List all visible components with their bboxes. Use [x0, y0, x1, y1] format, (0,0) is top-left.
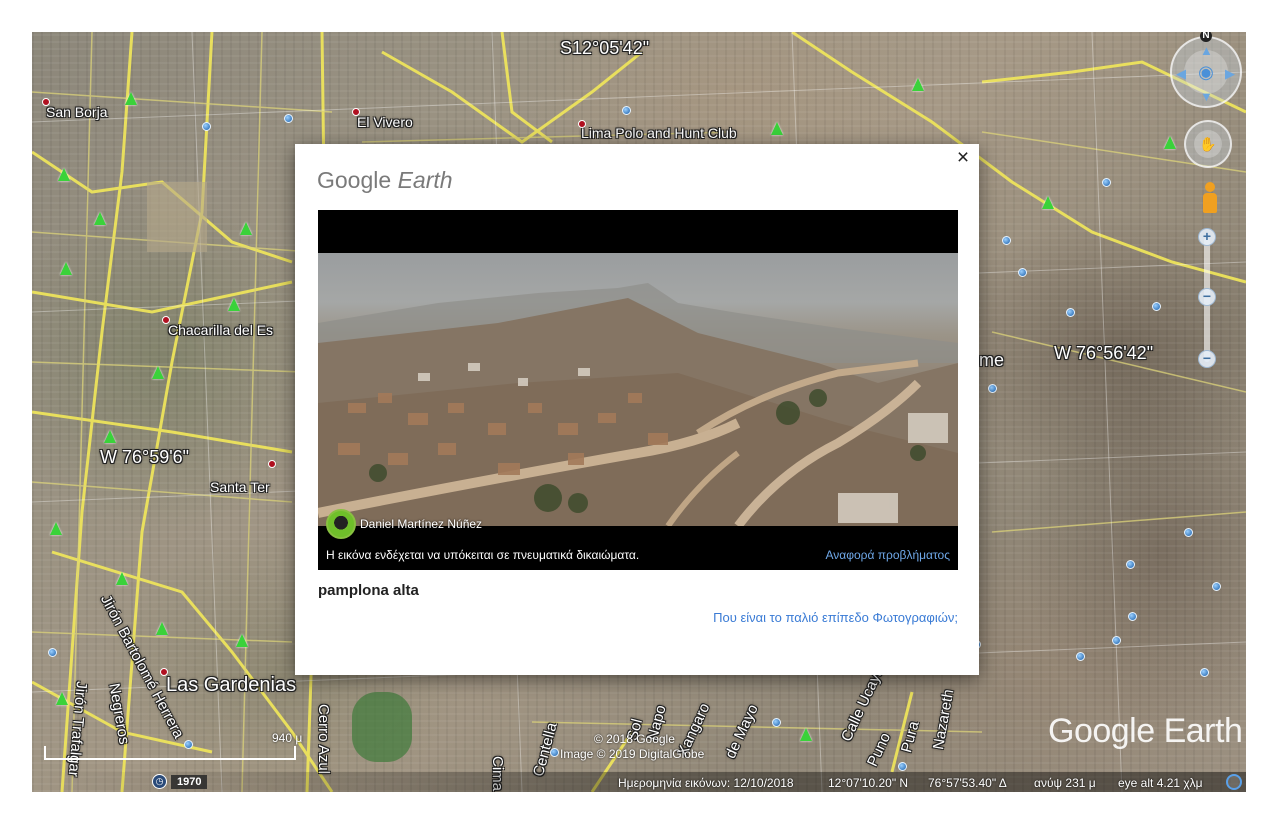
park-tree-icon[interactable]: [771, 122, 783, 135]
old-photos-layer-link[interactable]: Που είναι το παλιό επίπεδο Φωτογραφιών;: [713, 610, 958, 625]
map-label-lima-polo: Lima Polo and Hunt Club: [581, 125, 737, 141]
park-tree-icon[interactable]: [912, 78, 924, 91]
photo-pin-icon[interactable]: [988, 384, 997, 393]
park-tree-icon[interactable]: [228, 298, 240, 311]
coordinate-label-lat: S12°05'42": [560, 38, 650, 58]
scale-label: 940 μ: [272, 731, 303, 745]
park-tree-icon[interactable]: [156, 622, 168, 635]
zoom-in-button[interactable]: +: [1198, 228, 1216, 246]
park-tree-icon[interactable]: [236, 634, 248, 647]
park-tree-icon[interactable]: [56, 692, 68, 705]
look-up-arrow-icon[interactable]: ▲: [1200, 44, 1213, 57]
park-tree-icon[interactable]: [1164, 136, 1176, 149]
park-tree-icon[interactable]: [125, 92, 137, 105]
map-label-santa-ter: Santa Ter: [210, 479, 270, 495]
photo-pin-icon[interactable]: [1112, 636, 1121, 645]
zoom-out-button[interactable]: −: [1198, 350, 1216, 368]
author-avatar[interactable]: [326, 509, 356, 539]
photo-dialog: × Google Earth Daniel Martínez Núñez Η ε…: [295, 144, 979, 675]
place-name: pamplona alta: [318, 582, 419, 599]
google-earth-watermark: Google Earth: [1048, 712, 1243, 750]
historical-imagery-control[interactable]: ◷ 1970: [152, 774, 208, 789]
photo-pin-icon[interactable]: [1076, 652, 1085, 661]
coordinate-label-w1: W 76°59'6": [100, 447, 190, 467]
photo-pin-icon[interactable]: [550, 748, 559, 757]
look-control[interactable]: ◉ ▲ ▼ ◀ ▶: [1170, 36, 1242, 108]
place-dot-icon[interactable]: [162, 316, 170, 324]
logo-google: Google: [317, 167, 392, 193]
photo-pin-icon[interactable]: [1126, 560, 1135, 569]
photo-pin-icon[interactable]: [48, 648, 57, 657]
park-tree-icon[interactable]: [104, 430, 116, 443]
photo-pin-icon[interactable]: [1066, 308, 1075, 317]
photo-pin-icon[interactable]: [1212, 582, 1221, 591]
photo-viewer[interactable]: Daniel Martínez Núñez Η εικόνα ενδέχεται…: [318, 210, 958, 570]
photo-author[interactable]: Daniel Martínez Núñez: [326, 509, 482, 539]
historical-year[interactable]: 1970: [171, 774, 208, 789]
copyright-digitalglobe: Image © 2019 DigitalGlobe: [560, 747, 705, 761]
place-dot-icon[interactable]: [578, 120, 586, 128]
park-tree-icon[interactable]: [94, 212, 106, 225]
park-tree-icon[interactable]: [116, 572, 128, 585]
photo-pin-icon[interactable]: [1018, 268, 1027, 277]
photo-pin-icon[interactable]: [284, 114, 293, 123]
map-label-san-borja: San Borja: [46, 104, 108, 120]
elevation-readout: ανύψ 231 μ: [1034, 776, 1096, 790]
latitude-readout: 12°07'10.20" N: [828, 776, 909, 790]
imagery-date: Ημερομηνία εικόνων: 12/10/2018: [618, 776, 794, 790]
park-tree-icon[interactable]: [152, 366, 164, 379]
logo-earth: Earth: [397, 167, 453, 193]
coordinate-label-w2: W 76°56'42": [1054, 343, 1154, 363]
copyright-notice: Η εικόνα ενδέχεται να υπόκειται σε πνευμ…: [326, 548, 640, 562]
photo-pin-icon[interactable]: [1102, 178, 1111, 187]
map-label-chacarilla: Chacarilla del Es: [168, 322, 274, 338]
eye-altitude-readout: eye alt 4.21 χλμ: [1118, 776, 1203, 790]
streaming-globe-icon[interactable]: [1226, 774, 1242, 790]
park-tree-icon[interactable]: [240, 222, 252, 235]
copyright-google: © 2018 Google: [594, 732, 675, 746]
look-left-arrow-icon[interactable]: ◀: [1176, 67, 1186, 80]
look-right-arrow-icon[interactable]: ▶: [1225, 67, 1235, 80]
place-dot-icon[interactable]: [42, 98, 50, 106]
landscape-photo[interactable]: [318, 253, 958, 526]
zoom-slider-thumb[interactable]: −: [1198, 288, 1216, 306]
photo-pin-icon[interactable]: [1002, 236, 1011, 245]
park-tree-icon[interactable]: [50, 522, 62, 535]
map-label-las-gardenias: Las Gardenias: [166, 674, 297, 696]
map-copyright: © 2018 Google Image © 2019 DigitalGlobe: [560, 732, 704, 762]
move-control[interactable]: ✋: [1184, 120, 1232, 168]
place-dot-icon[interactable]: [268, 460, 276, 468]
street-label-cerro-azul: Cerro Azul: [315, 704, 332, 775]
park-tree-icon[interactable]: [60, 262, 72, 275]
map-label-me-fragment: me: [979, 350, 1005, 370]
park-tree-icon[interactable]: [800, 728, 812, 741]
longitude-readout: 76°57'53.40" Δ: [928, 776, 1007, 790]
hand-icon[interactable]: ✋: [1194, 130, 1222, 158]
photo-scene: [318, 283, 958, 526]
photo-pin-icon[interactable]: [1200, 668, 1209, 677]
report-problem-link[interactable]: Αναφορά προβλήματος: [825, 548, 950, 562]
google-earth-logo: Google Earth: [317, 167, 453, 194]
photo-pin-icon[interactable]: [772, 718, 781, 727]
park-tree-icon[interactable]: [1042, 196, 1054, 209]
close-button[interactable]: ×: [952, 147, 974, 169]
street-view-pegman-icon[interactable]: [1202, 182, 1218, 216]
park-tree-icon[interactable]: [58, 168, 70, 181]
photo-pin-icon[interactable]: [202, 122, 211, 131]
look-down-arrow-icon[interactable]: ▼: [1200, 90, 1213, 103]
photo-pin-icon[interactable]: [622, 106, 631, 115]
photo-pin-icon[interactable]: [898, 762, 907, 771]
place-dot-icon[interactable]: [352, 108, 360, 116]
clock-icon[interactable]: ◷: [152, 774, 167, 789]
author-name[interactable]: Daniel Martínez Núñez: [360, 517, 482, 531]
place-dot-icon[interactable]: [160, 668, 168, 676]
photo-pin-icon[interactable]: [1152, 302, 1161, 311]
map-label-el-vivero: El Vivero: [357, 114, 413, 130]
photo-pin-icon[interactable]: [1184, 528, 1193, 537]
photo-pin-icon[interactable]: [1128, 612, 1137, 621]
scale-bar: [44, 746, 296, 760]
